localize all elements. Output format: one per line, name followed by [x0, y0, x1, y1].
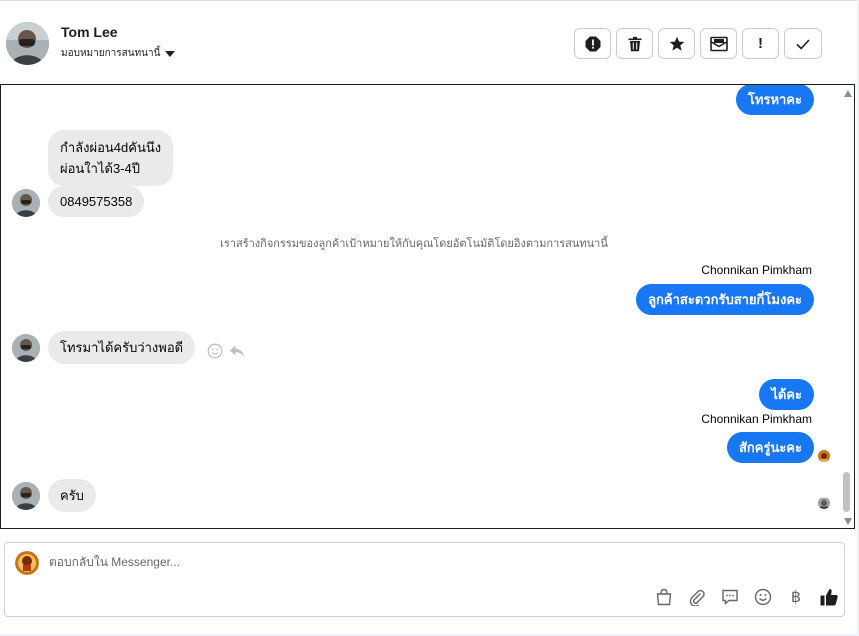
outgoing-message[interactable]: สักครู่นะคะ: [726, 432, 814, 463]
outgoing-message[interactable]: โทรหาคะ: [735, 85, 814, 115]
scroll-down-arrow-icon[interactable]: [844, 518, 852, 525]
contact-avatar[interactable]: [6, 22, 49, 65]
message-line: กำลังผ่อน4dคันนึง: [60, 140, 162, 155]
saved-reply-icon[interactable]: [719, 586, 741, 608]
message-scrollbar[interactable]: [841, 85, 853, 528]
thumbs-up-icon[interactable]: [818, 586, 840, 608]
baht-icon[interactable]: ฿: [785, 586, 807, 608]
system-notice: เราสร้างกิจกรรมของลูกค้าเป้าหมายให้กับคุ…: [220, 238, 608, 250]
message-line: ผ่อนใาได้3-4ปี: [60, 161, 140, 176]
done-check-icon: [796, 38, 810, 50]
spam-icon: [585, 36, 600, 51]
trash-icon: [628, 36, 641, 51]
scrollbar-thumb[interactable]: [843, 472, 850, 512]
contact-avatar-small[interactable]: [12, 189, 40, 217]
delete-button[interactable]: [616, 28, 653, 59]
sender-name: Chonnikan Pimkham: [701, 263, 812, 277]
emoji-icon[interactable]: [752, 586, 774, 608]
inbox-thread-panel: Tom Lee มอบหมายการสนทนานี้ ! โทรหาคะ กำล…: [0, 0, 857, 634]
incoming-message[interactable]: โทรมาได้ครับว่างพอดี: [48, 331, 196, 364]
scroll-up-arrow-icon[interactable]: [844, 90, 852, 97]
shopping-bag-icon[interactable]: [653, 586, 675, 608]
outgoing-message[interactable]: ได้คะ: [759, 379, 814, 410]
mark-unread-button[interactable]: [700, 28, 737, 59]
thread-toolbar: !: [574, 28, 822, 59]
reply-composer: ฿: [4, 542, 845, 617]
star-button[interactable]: [658, 28, 695, 59]
important-button[interactable]: !: [742, 28, 779, 59]
contact-avatar-small[interactable]: [12, 334, 40, 362]
message-list[interactable]: โทรหาคะ กำลังผ่อน4dคันนึง ผ่อนใาได้3-4ปี…: [0, 84, 855, 529]
sender-name: Chonnikan Pimkham: [701, 412, 812, 426]
star-icon: [669, 36, 684, 51]
assign-label: มอบหมายการสนทนานี้: [61, 48, 161, 59]
outgoing-message[interactable]: ลูกค้าสะดวกรับสายกี่โมงคะ: [636, 284, 814, 315]
assign-conversation-dropdown[interactable]: มอบหมายการสนทนานี้: [61, 46, 176, 61]
incoming-message[interactable]: กำลังผ่อน4dคันนึง ผ่อนใาได้3-4ปี: [48, 130, 174, 186]
reply-icon[interactable]: [229, 343, 245, 359]
mark-spam-button[interactable]: [574, 28, 611, 59]
thread-header: Tom Lee มอบหมายการสนทนานี้ !: [0, 0, 857, 85]
mark-done-button[interactable]: [784, 28, 822, 59]
reply-input[interactable]: [49, 555, 749, 569]
composer-toolbar: ฿: [653, 586, 840, 608]
important-icon: !: [758, 35, 763, 52]
baht-glyph: ฿: [790, 589, 802, 606]
mark-unread-icon: [709, 36, 728, 51]
page-avatar: [15, 551, 39, 575]
react-emoji-icon[interactable]: [207, 343, 223, 359]
message-actions: [207, 343, 245, 359]
seen-avatar: [818, 497, 830, 509]
paperclip-icon[interactable]: [686, 586, 708, 608]
incoming-message[interactable]: ครับ: [48, 479, 96, 512]
caret-down-icon: [165, 50, 176, 57]
contact-avatar-small[interactable]: [12, 482, 40, 510]
read-receipt-avatar: [818, 450, 830, 462]
incoming-message[interactable]: 0849575358: [48, 186, 145, 217]
contact-name[interactable]: Tom Lee: [61, 24, 118, 40]
